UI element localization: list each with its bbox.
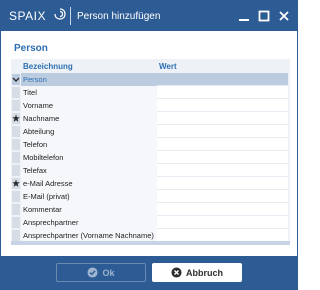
row-value-field[interactable] — [157, 203, 288, 216]
column-header-wert: Wert — [159, 62, 177, 71]
close-button[interactable] — [277, 9, 291, 23]
row-gutter — [12, 178, 20, 189]
grid-row[interactable]: Vorname — [11, 99, 290, 112]
row-value-field[interactable] — [157, 112, 288, 125]
title-bar[interactable]: SPAIX Person hinzufügen — [1, 1, 297, 31]
row-value-field[interactable] — [157, 216, 288, 229]
row-gutter — [12, 230, 20, 241]
row-value-field[interactable] — [157, 151, 288, 164]
grid-row[interactable]: Kommentar — [11, 203, 290, 216]
row-value-field[interactable] — [157, 190, 288, 203]
row-gutter — [12, 152, 20, 163]
row-gutter — [12, 217, 20, 228]
row-label: e-Mail Adresse — [21, 177, 157, 190]
section-heading: Person — [14, 43, 48, 54]
row-value-field[interactable] — [157, 86, 288, 99]
row-gutter — [12, 165, 20, 176]
maximize-button[interactable] — [257, 9, 271, 23]
grid-row[interactable]: Telefax — [11, 164, 290, 177]
cancel-button[interactable]: Abbruch — [152, 263, 242, 282]
ok-button-label: Ok — [102, 267, 115, 278]
row-label: Nachname — [21, 112, 157, 125]
grid-row[interactable]: Ansprechpartner — [11, 216, 290, 229]
spaix-logo: SPAIX — [9, 9, 46, 23]
check-circle-icon — [87, 267, 99, 278]
row-gutter — [12, 204, 20, 215]
row-label: Mobiltelefon — [21, 151, 157, 164]
ok-button[interactable]: Ok — [56, 263, 146, 282]
row-label: Kommentar — [21, 203, 157, 216]
chevron-down-icon — [12, 77, 20, 82]
maximize-icon — [258, 10, 270, 22]
row-label: Person — [21, 73, 157, 86]
close-icon — [279, 11, 289, 21]
row-gutter[interactable] — [12, 74, 20, 85]
column-header-bezeichnung: Bezeichnung — [23, 62, 73, 71]
row-gutter — [12, 191, 20, 202]
property-grid: Bezeichnung Wert Person Titel Vorname Nachn… — [11, 59, 290, 245]
row-value-field[interactable] — [157, 177, 288, 190]
required-star-icon — [12, 179, 20, 187]
title-separator — [70, 7, 71, 25]
grid-group-row[interactable]: Person — [11, 73, 290, 86]
minimize-icon — [239, 19, 249, 21]
window-title: Person hinzufügen — [77, 11, 161, 22]
grid-row[interactable]: Nachname — [11, 112, 290, 125]
grid-row[interactable]: E-Mail (privat) — [11, 190, 290, 203]
grid-row[interactable]: Abteilung — [11, 125, 290, 138]
row-label: Telefon — [21, 138, 157, 151]
row-gutter — [12, 126, 20, 137]
spaix-logo-swirl-icon — [54, 8, 66, 20]
row-label: Telefax — [21, 164, 157, 177]
cancel-circle-icon — [171, 267, 182, 278]
grid-rows: Person Titel Vorname Nachname Abteilung Telef… — [11, 73, 290, 242]
dialog-window: SPAIX Person hinzufügen Person Bezeichnu… — [0, 0, 298, 290]
row-gutter — [12, 139, 20, 150]
row-label: Vorname — [21, 99, 157, 112]
row-value-field[interactable] — [157, 125, 288, 138]
row-value-field[interactable] — [157, 138, 288, 151]
grid-row[interactable]: Telefon — [11, 138, 290, 151]
row-gutter — [12, 113, 20, 124]
row-gutter — [12, 87, 20, 98]
grid-scroll-edge — [11, 241, 290, 245]
row-value-field — [157, 73, 288, 86]
row-label: Titel — [21, 86, 157, 99]
required-star-icon — [12, 114, 20, 122]
minimize-button[interactable] — [237, 9, 251, 23]
grid-row[interactable]: e-Mail Adresse — [11, 177, 290, 190]
row-label: Abteilung — [21, 125, 157, 138]
row-value-field[interactable] — [157, 164, 288, 177]
grid-row[interactable]: Titel — [11, 86, 290, 99]
cancel-button-label: Abbruch — [186, 267, 223, 278]
row-value-field[interactable] — [157, 99, 288, 112]
grid-row[interactable]: Mobiltelefon — [11, 151, 290, 164]
row-label: Ansprechpartner — [21, 216, 157, 229]
button-bar — [1, 256, 297, 289]
row-gutter — [12, 100, 20, 111]
row-label: E-Mail (privat) — [21, 190, 157, 203]
